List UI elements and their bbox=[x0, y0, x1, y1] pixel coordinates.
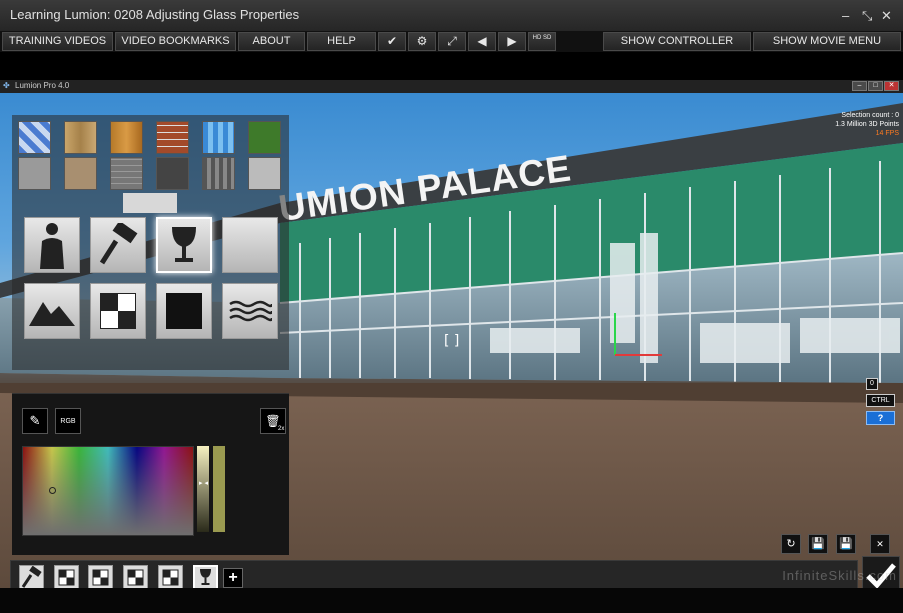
save-icon[interactable]: 💾 bbox=[808, 534, 828, 554]
material-thumb-tiles[interactable] bbox=[18, 121, 51, 154]
points-count: 1.3 Million 3D Points bbox=[835, 121, 899, 128]
ctrl-button[interactable]: CTRL bbox=[866, 394, 895, 407]
gear-icon[interactable]: ⚙ bbox=[408, 32, 436, 51]
saturation-slider[interactable] bbox=[213, 446, 225, 532]
category-checker[interactable] bbox=[90, 283, 146, 339]
lumion-restore-button[interactable]: □ bbox=[868, 81, 883, 91]
color-palette[interactable] bbox=[22, 446, 194, 536]
previous-icon[interactable]: ◀ bbox=[468, 32, 496, 51]
square-icon bbox=[166, 293, 202, 329]
brightness-slider[interactable] bbox=[197, 446, 209, 532]
fps-counter: 14 FPS bbox=[875, 130, 899, 137]
slot-checker-icon-4[interactable] bbox=[158, 565, 183, 588]
material-thumb-gravel[interactable] bbox=[64, 157, 97, 190]
rgb-button[interactable]: RGB bbox=[55, 408, 81, 434]
lumion-title-bar: ✤ Lumion Pro 4.0 – □ ✕ bbox=[0, 80, 903, 93]
material-categories bbox=[20, 213, 282, 345]
color-cursor[interactable] bbox=[49, 487, 56, 494]
slot-checker-icon-3[interactable] bbox=[123, 565, 148, 588]
check-icon[interactable]: ✔ bbox=[378, 32, 406, 51]
title-bar: Learning Lumion: 0208 Adjusting Glass Pr… bbox=[0, 0, 903, 31]
lumion-close-button[interactable]: ✕ bbox=[884, 81, 899, 91]
lumion-logo-icon: ✤ bbox=[3, 81, 10, 90]
slot-paint-roller-icon[interactable] bbox=[19, 565, 44, 588]
material-thumb-concrete[interactable] bbox=[18, 157, 51, 190]
selection-count: Selection count : 0 bbox=[841, 112, 899, 119]
slot-checker-icon-2[interactable] bbox=[88, 565, 113, 588]
material-slots-bar: + bbox=[10, 560, 858, 588]
material-library-panel bbox=[12, 115, 289, 370]
category-blank[interactable] bbox=[222, 217, 278, 273]
menu-bar: TRAINING VIDEOS VIDEO BOOKMARKS ABOUT HE… bbox=[0, 31, 903, 52]
next-icon[interactable]: ▶ bbox=[498, 32, 526, 51]
close-button[interactable]: ✕ bbox=[881, 8, 892, 24]
material-thumb-metal[interactable] bbox=[202, 157, 235, 190]
paint-roller-icon bbox=[99, 223, 138, 265]
refresh-icon[interactable]: ↻ bbox=[781, 534, 801, 554]
slider-handle[interactable]: ▸ ◂ bbox=[199, 479, 208, 487]
category-glass[interactable] bbox=[156, 217, 212, 273]
hd-sd-toggle[interactable]: HD SD bbox=[528, 32, 556, 51]
minimize-button[interactable]: – bbox=[842, 8, 849, 23]
category-paint[interactable] bbox=[90, 217, 146, 273]
about-button[interactable]: ABOUT bbox=[238, 32, 305, 51]
material-thumb-marble[interactable] bbox=[248, 157, 281, 190]
show-controller-button[interactable]: SHOW CONTROLLER bbox=[603, 32, 751, 51]
lumion-minimize-button[interactable]: – bbox=[852, 81, 867, 91]
lumion-window: ✤ Lumion Pro 4.0 – □ ✕ [] UMION PALACE … bbox=[0, 80, 903, 588]
color-picker-panel: ✎ RGB 🗑 2x ▸ ◂ bbox=[12, 393, 289, 555]
glass-icon bbox=[172, 227, 196, 262]
material-thumb-wood-light[interactable] bbox=[64, 121, 97, 154]
restore-icon[interactable]: ⤡ bbox=[862, 8, 872, 24]
video-bookmarks-button[interactable]: VIDEO BOOKMARKS bbox=[115, 32, 236, 51]
lumion-title: Lumion Pro 4.0 bbox=[15, 81, 70, 90]
person-icon bbox=[40, 223, 64, 269]
help-question-button[interactable]: ? bbox=[866, 411, 895, 425]
category-landscape[interactable] bbox=[24, 283, 80, 339]
bottom-strip bbox=[0, 588, 903, 613]
category-water[interactable] bbox=[222, 283, 278, 339]
material-thumb-wood[interactable] bbox=[110, 121, 143, 154]
add-slot-button[interactable]: + bbox=[223, 568, 243, 588]
slot-checker-icon-1[interactable] bbox=[54, 565, 79, 588]
water-waves-icon bbox=[229, 300, 272, 322]
help-button[interactable]: HELP bbox=[307, 32, 376, 51]
save-as-icon[interactable]: 💾 bbox=[836, 534, 856, 554]
show-movie-menu-button[interactable]: SHOW MOVIE MENU bbox=[753, 32, 901, 51]
expand-icon[interactable]: ⤢ bbox=[438, 32, 466, 51]
viewport-3d[interactable]: [ ] UMION PALACE Selection count : 0 1.3… bbox=[0, 93, 903, 588]
material-thumb-asphalt[interactable] bbox=[156, 157, 189, 190]
category-tab[interactable] bbox=[123, 193, 177, 213]
window-title: Learning Lumion: 0208 Adjusting Glass Pr… bbox=[10, 7, 300, 22]
category-people[interactable] bbox=[24, 217, 80, 273]
cancel-icon[interactable]: ✕ bbox=[870, 534, 890, 554]
stats-overlay: Selection count : 0 1.3 Million 3D Point… bbox=[835, 111, 899, 138]
category-standard[interactable] bbox=[156, 283, 212, 339]
material-thumb-brick[interactable] bbox=[156, 121, 189, 154]
slot-glass-icon[interactable] bbox=[193, 565, 218, 588]
trash-count: 2x bbox=[278, 426, 285, 432]
material-thumb-grass[interactable] bbox=[248, 121, 281, 154]
checker-icon bbox=[100, 293, 136, 329]
training-videos-button[interactable]: TRAINING VIDEOS bbox=[2, 32, 113, 51]
pencil-icon[interactable]: ✎ bbox=[22, 408, 48, 434]
zero-button[interactable]: 0 bbox=[866, 378, 878, 390]
material-thumb-stone-wall[interactable] bbox=[110, 157, 143, 190]
mountains-icon bbox=[29, 302, 75, 326]
svg-text:[ ]: [ ] bbox=[444, 333, 459, 349]
material-thumb-water-tiles[interactable] bbox=[202, 121, 235, 154]
watermark: InfiniteSkills.com bbox=[782, 568, 897, 583]
